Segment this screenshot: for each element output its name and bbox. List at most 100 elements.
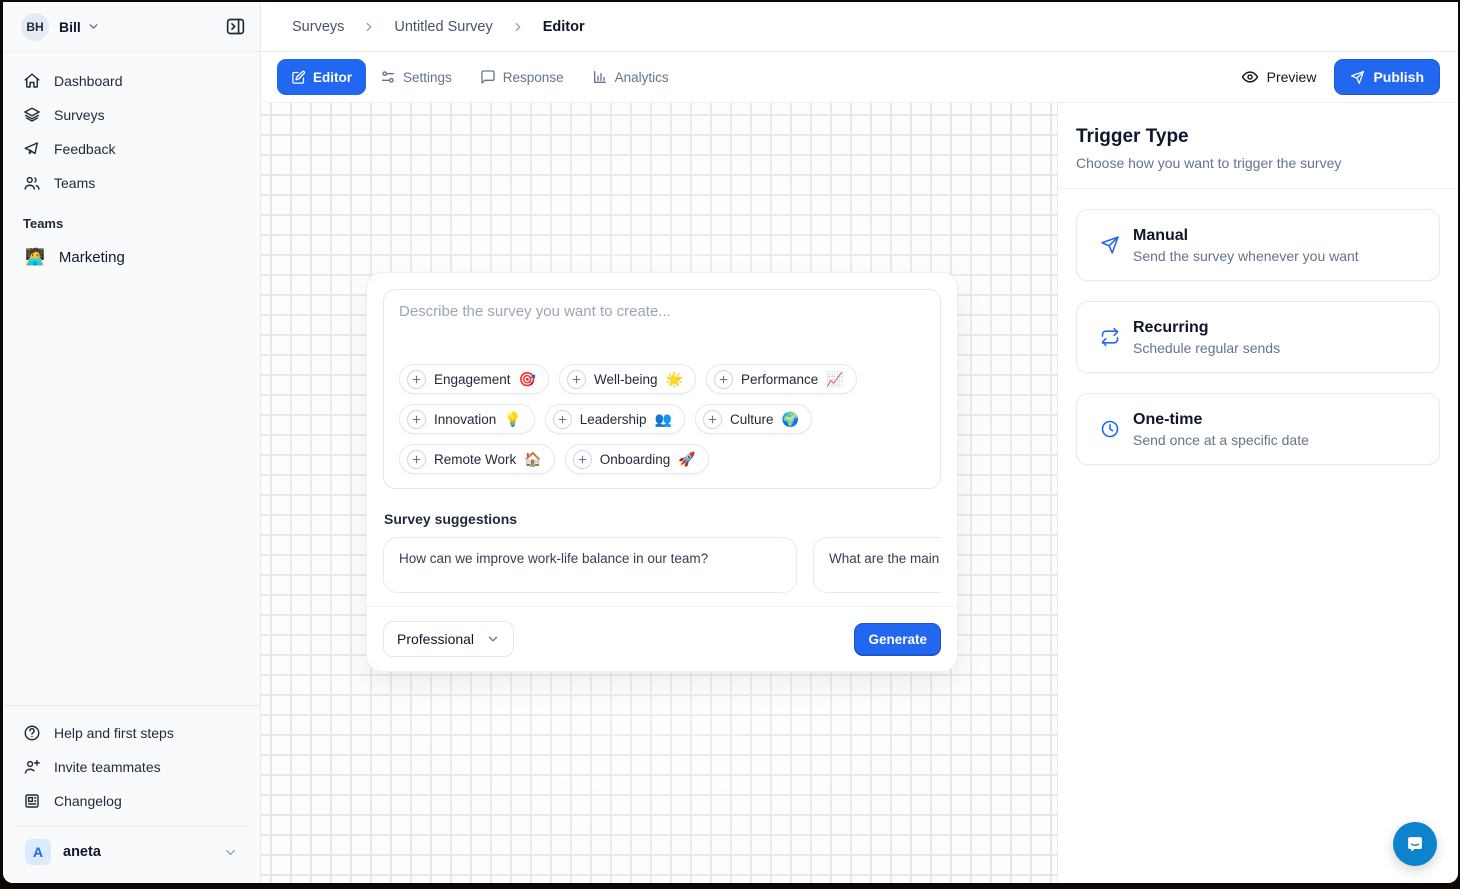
workspace-switcher[interactable]: BH Bill <box>3 2 260 52</box>
sidebar-nav: Dashboard Surveys Feedback Teams <box>3 52 260 275</box>
tab-label: Editor <box>313 70 352 85</box>
option-title: One-time <box>1133 411 1309 429</box>
tab-label: Settings <box>403 70 452 85</box>
team-label: Marketing <box>59 249 125 266</box>
survey-prompt-input[interactable] <box>399 303 925 364</box>
repeat-icon <box>1100 327 1120 347</box>
preview-label: Preview <box>1267 69 1317 85</box>
tab-settings[interactable]: Settings <box>366 59 466 95</box>
workspace-avatar: BH <box>21 13 49 41</box>
trigger-option-one-time[interactable]: One-time Send once at a specific date <box>1076 393 1440 465</box>
plus-icon <box>407 410 426 429</box>
trigger-type-panel: Trigger Type Choose how you want to trig… <box>1057 103 1458 883</box>
trigger-option-recurring[interactable]: Recurring Schedule regular sends <box>1076 301 1440 373</box>
sidebar-footer: Help and first steps Invite teammates Ch… <box>3 705 260 883</box>
target-emoji: 🎯 <box>519 371 536 388</box>
panel-title: Trigger Type <box>1076 126 1440 148</box>
sidebar-item-changelog[interactable]: Changelog <box>15 784 248 818</box>
trigger-option-manual[interactable]: Manual Send the survey whenever you want <box>1076 209 1440 281</box>
sliders-icon <box>380 69 396 85</box>
chip-label: Performance <box>741 372 818 387</box>
panel-subtitle: Choose how you want to trigger the surve… <box>1076 155 1440 171</box>
trigger-options: Manual Send the survey whenever you want… <box>1058 189 1458 485</box>
suggestion-card[interactable]: How can we improve work-life balance in … <box>383 537 797 593</box>
account-avatar: A <box>25 839 51 865</box>
sidebar-item-invite[interactable]: Invite teammates <box>15 750 248 784</box>
sidebar-item-label: Surveys <box>54 107 105 123</box>
account-menu[interactable]: A aneta <box>15 826 248 875</box>
account-name: aneta <box>63 844 101 860</box>
topic-chip-wellbeing[interactable]: Well-being 🌟 <box>559 364 696 394</box>
users-icon <box>23 174 41 192</box>
sidebar-item-label: Teams <box>54 175 95 191</box>
sidebar-item-label: Invite teammates <box>54 759 161 775</box>
chart-emoji: 📈 <box>826 371 843 388</box>
sidebar-item-label: Feedback <box>54 141 115 157</box>
sidebar-item-dashboard[interactable]: Dashboard <box>15 64 248 98</box>
sidebar-item-label: Dashboard <box>54 73 123 89</box>
busts-emoji: 👥 <box>655 411 672 428</box>
workspace-name: Bill <box>59 19 81 35</box>
chip-label: Engagement <box>434 372 511 387</box>
publish-button[interactable]: Publish <box>1334 59 1440 95</box>
team-emoji: 🧑‍💻 <box>25 247 45 267</box>
layers-icon <box>23 106 41 124</box>
message-square-icon <box>480 69 496 85</box>
pencil-square-icon <box>291 70 306 85</box>
clock-icon <box>1100 419 1120 439</box>
toolbar-actions: Preview Publish <box>1241 59 1440 95</box>
preview-button[interactable]: Preview <box>1241 68 1317 86</box>
star-emoji: 🌟 <box>666 371 683 388</box>
option-description: Send once at a specific date <box>1133 432 1309 448</box>
tone-value: Professional <box>397 631 474 647</box>
editor-canvas[interactable]: Engagement 🎯 Well-being 🌟 Performance <box>261 103 1057 883</box>
tab-response[interactable]: Response <box>466 59 578 95</box>
breadcrumb-surveys[interactable]: Surveys <box>292 19 344 35</box>
topic-chip-performance[interactable]: Performance 📈 <box>706 364 857 394</box>
topic-chip-remote-work[interactable]: Remote Work 🏠 <box>399 444 555 474</box>
tab-analytics[interactable]: Analytics <box>578 59 683 95</box>
main-area: Surveys Untitled Survey Editor Editor <box>261 2 1458 883</box>
generate-button[interactable]: Generate <box>854 623 941 655</box>
topic-chip-onboarding[interactable]: Onboarding 🚀 <box>565 444 709 474</box>
trigger-panel-header: Trigger Type Choose how you want to trig… <box>1058 103 1458 189</box>
plus-icon <box>567 370 586 389</box>
send-icon <box>1100 235 1120 255</box>
chevron-down-icon <box>87 20 100 33</box>
topic-chip-engagement[interactable]: Engagement 🎯 <box>399 364 549 394</box>
chip-label: Culture <box>730 412 774 427</box>
suggestions-title: Survey suggestions <box>383 511 941 527</box>
topic-chip-leadership[interactable]: Leadership 👥 <box>545 404 685 434</box>
tab-label: Analytics <box>615 70 669 85</box>
tab-editor[interactable]: Editor <box>277 59 366 95</box>
teams-section-label: Teams <box>15 200 248 239</box>
plus-icon <box>703 410 722 429</box>
topic-chip-innovation[interactable]: Innovation 💡 <box>399 404 535 434</box>
suggestions-row: How can we improve work-life balance in … <box>383 537 941 593</box>
breadcrumb-untitled-survey[interactable]: Untitled Survey <box>394 19 492 35</box>
chat-widget-button[interactable] <box>1393 822 1437 866</box>
tone-select[interactable]: Professional <box>383 621 514 657</box>
chip-label: Well-being <box>594 372 658 387</box>
sidebar-item-surveys[interactable]: Surveys <box>15 98 248 132</box>
globe-emoji: 🌍 <box>782 411 799 428</box>
sidebar-item-teams[interactable]: Teams <box>15 166 248 200</box>
sidebar-item-team-marketing[interactable]: 🧑‍💻 Marketing <box>15 239 248 275</box>
sidebar-item-feedback[interactable]: Feedback <box>15 132 248 166</box>
topic-chips: Engagement 🎯 Well-being 🌟 Performance <box>399 364 925 474</box>
eye-icon <box>1241 68 1259 86</box>
chevron-down-icon <box>223 845 238 860</box>
suggestion-card[interactable]: What are the main ob <box>813 537 941 593</box>
help-circle-icon <box>23 724 41 742</box>
send-icon <box>1350 70 1365 85</box>
breadcrumb: Surveys Untitled Survey Editor <box>261 2 1458 52</box>
option-description: Send the survey whenever you want <box>1133 248 1359 264</box>
bulb-emoji: 💡 <box>504 411 521 428</box>
survey-composer-card: Engagement 🎯 Well-being 🌟 Performance <box>366 272 958 672</box>
chip-label: Remote Work <box>434 452 516 467</box>
option-title: Manual <box>1133 227 1359 245</box>
prompt-box: Engagement 🎯 Well-being 🌟 Performance <box>383 289 941 489</box>
topic-chip-culture[interactable]: Culture 🌍 <box>695 404 812 434</box>
sidebar-collapse-icon[interactable] <box>225 16 246 37</box>
sidebar-item-help[interactable]: Help and first steps <box>15 716 248 750</box>
